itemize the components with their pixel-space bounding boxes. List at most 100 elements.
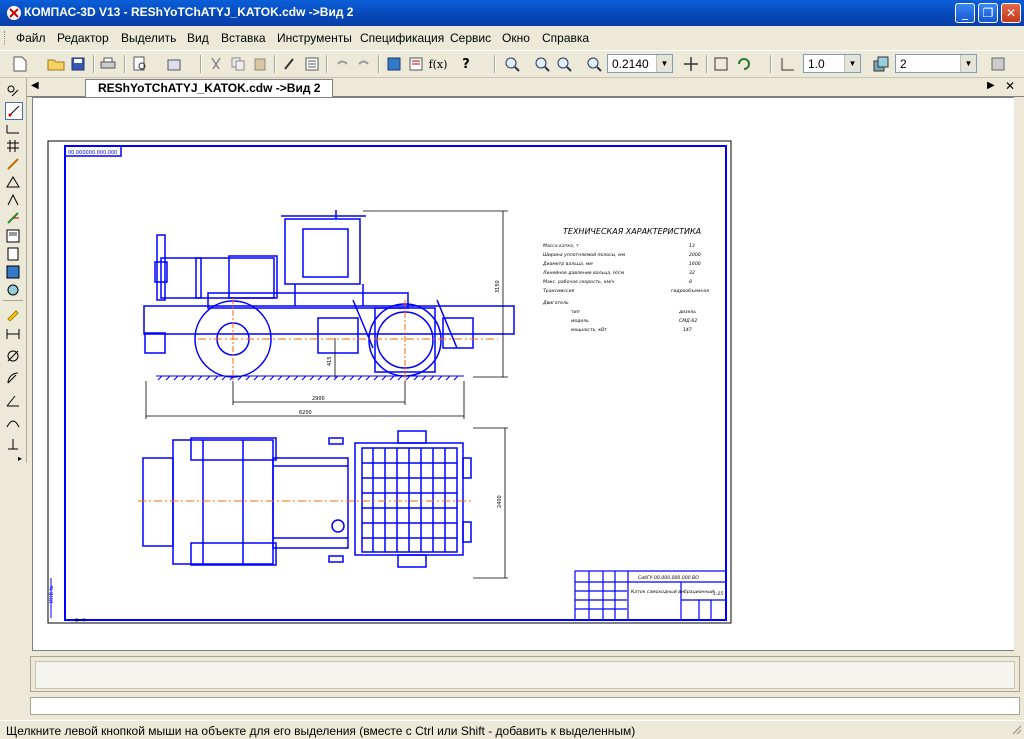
menu-window[interactable]: Окно — [502, 31, 530, 45]
dim-width: 2400 — [497, 495, 503, 508]
zoom-out-icon[interactable] — [554, 54, 574, 74]
menu-select[interactable]: Выделить — [121, 31, 176, 45]
minimize-button[interactable]: _ — [955, 3, 975, 23]
status-hint: Щелкните левой кнопкой мыши на объекте д… — [6, 724, 636, 738]
edit-tools-icon[interactable] — [5, 156, 21, 172]
parametrization-icon[interactable] — [5, 174, 21, 190]
specification-icon[interactable] — [5, 246, 21, 262]
refresh-icon[interactable] — [734, 54, 754, 74]
spec-row-value: 2000 — [689, 252, 701, 258]
spec-row-label: Масса катка, т — [543, 243, 579, 249]
tab-document[interactable]: REShYoTChATYJ_KATOK.cdw ->Вид 2 — [85, 79, 334, 97]
spec-row-value: 8 — [689, 279, 692, 285]
context-help-icon[interactable]: ? — [456, 54, 476, 74]
linear-dimension-icon[interactable] — [5, 326, 21, 342]
preview-icon[interactable] — [130, 54, 150, 74]
zoom-combo[interactable]: 0.2140 ▼ — [607, 54, 673, 73]
step-cursor-icon[interactable] — [778, 54, 798, 74]
zoom-scale-icon[interactable] — [584, 54, 604, 74]
chevron-right-icon[interactable]: ▸ — [18, 454, 22, 463]
pan-icon[interactable] — [681, 54, 701, 74]
chevron-down-icon[interactable]: ▼ — [844, 55, 860, 72]
menu-insert[interactable]: Вставка — [221, 31, 266, 45]
selection-filter-icon[interactable] — [5, 210, 21, 226]
layers-icon[interactable] — [871, 54, 891, 74]
close-button[interactable]: ✕ — [1001, 3, 1021, 23]
measure-icon[interactable] — [5, 192, 21, 208]
menu-tools[interactable]: Инструменты — [277, 31, 352, 45]
resize-grip-icon[interactable] — [1010, 723, 1022, 735]
step-combo[interactable]: 1.0 ▼ — [803, 54, 861, 73]
geometry-icon[interactable] — [5, 83, 21, 99]
document-tab-label: REShYoTChATYJ_KATOK.cdw ->Вид 2 — [98, 81, 321, 95]
dimensions-icon[interactable] — [5, 120, 21, 136]
main-toolbar: f(x) ? 0.2140 ▼ 1.0 ▼ 2 ▼ — [0, 50, 1024, 78]
paste-icon[interactable] — [250, 54, 270, 74]
restore-button[interactable]: ❐ — [978, 3, 998, 23]
property-panel — [30, 656, 1020, 692]
tab-scroll-left-icon[interactable]: ◀ — [31, 80, 39, 91]
zoom-value: 0.2140 — [612, 57, 649, 71]
menu-bar: Файл Редактор Выделить Вид Вставка Инстр… — [0, 28, 1024, 48]
new-document-icon[interactable] — [10, 54, 30, 74]
compact-panel: ▸ — [0, 78, 27, 463]
title-block-sheet: 1:25 — [713, 591, 723, 597]
redo-icon[interactable] — [354, 54, 374, 74]
drawing-sheet: 00.000000.000.000 ИНВ № 3150 2900 6200 4… — [47, 140, 732, 624]
menu-service[interactable]: Сервис — [450, 31, 491, 45]
selection-tool-icon[interactable] — [5, 102, 23, 120]
manager-icon[interactable] — [165, 54, 185, 74]
menu-help[interactable]: Справка — [542, 31, 589, 45]
variables-icon[interactable] — [406, 54, 426, 74]
menu-view[interactable]: Вид — [187, 31, 209, 45]
layer-combo[interactable]: 2 ▼ — [895, 54, 977, 73]
undo-icon[interactable] — [332, 54, 352, 74]
copy-icon[interactable] — [228, 54, 248, 74]
cut-icon[interactable] — [206, 54, 226, 74]
marker-pen-icon[interactable] — [5, 306, 21, 322]
save-icon[interactable] — [68, 54, 88, 74]
print-icon[interactable] — [98, 54, 118, 74]
stamp-top-left: 00.000000.000.000 — [68, 150, 117, 156]
window-title: КОМПАС-3D V13 - REShYoTChATYJ_KATOK.cdw … — [24, 5, 354, 19]
spec-row-label: Линейное давление вальца, Н/см — [542, 270, 625, 276]
format-brush-icon[interactable] — [280, 54, 300, 74]
drawing-canvas[interactable]: 00.000000.000.000 ИНВ № 3150 2900 6200 4… — [32, 97, 1020, 651]
dim-height: 3150 — [495, 280, 501, 293]
title-bar[interactable]: КОМПАС-3D V13 - REShYoTChATYJ_KATOK.cdw … — [0, 0, 1024, 26]
spec-objects-icon[interactable] — [5, 282, 21, 298]
spec-row-label: Макс. рабочая скорость, км/ч — [543, 279, 615, 285]
menu-edit[interactable]: Редактор — [57, 31, 109, 45]
associative-views-icon[interactable] — [5, 228, 21, 244]
show-all-icon[interactable] — [711, 54, 731, 74]
command-line[interactable] — [30, 697, 1020, 715]
reports-icon[interactable] — [5, 264, 21, 280]
zoom-in-icon[interactable] — [532, 54, 552, 74]
property-panel-content[interactable] — [35, 661, 1015, 689]
title-block-name: Каток самоходный вибрационный — [631, 589, 714, 595]
zoom-window-icon[interactable] — [502, 54, 522, 74]
arc-dimension-icon[interactable] — [5, 414, 21, 430]
menu-specification[interactable]: Спецификация — [360, 31, 444, 45]
grid-icon[interactable] — [5, 138, 21, 154]
title-block-code: СибГУ-00.000.000.000 ВО — [638, 575, 699, 581]
radial-dimension-icon[interactable] — [5, 370, 21, 386]
open-folder-icon[interactable] — [46, 54, 66, 74]
chevron-down-icon[interactable]: ▼ — [960, 55, 976, 72]
angular-dimension-icon[interactable] — [5, 392, 21, 408]
tab-scroll-right-icon[interactable]: ▶ — [987, 80, 995, 91]
engine-header: Двигатель — [542, 300, 569, 306]
height-dimension-icon[interactable] — [5, 436, 21, 452]
spec-title: ТЕХНИЧЕСКАЯ ХАРАКТЕРИСТИКА — [563, 227, 701, 236]
function-icon[interactable]: f(x) — [428, 54, 448, 74]
dim-length-total: 6200 — [299, 410, 312, 416]
close-document-icon[interactable]: ✕ — [1005, 79, 1015, 93]
chevron-down-icon[interactable]: ▼ — [656, 55, 672, 72]
manager-panel-icon[interactable] — [384, 54, 404, 74]
layer-settings-icon[interactable] — [988, 54, 1008, 74]
menu-file[interactable]: Файл — [16, 31, 46, 45]
vertical-scrollbar[interactable] — [1014, 97, 1024, 651]
properties-icon[interactable] — [302, 54, 322, 74]
engine-row-label: мощность, кВт — [571, 327, 607, 333]
diameter-dimension-icon[interactable] — [5, 348, 21, 364]
